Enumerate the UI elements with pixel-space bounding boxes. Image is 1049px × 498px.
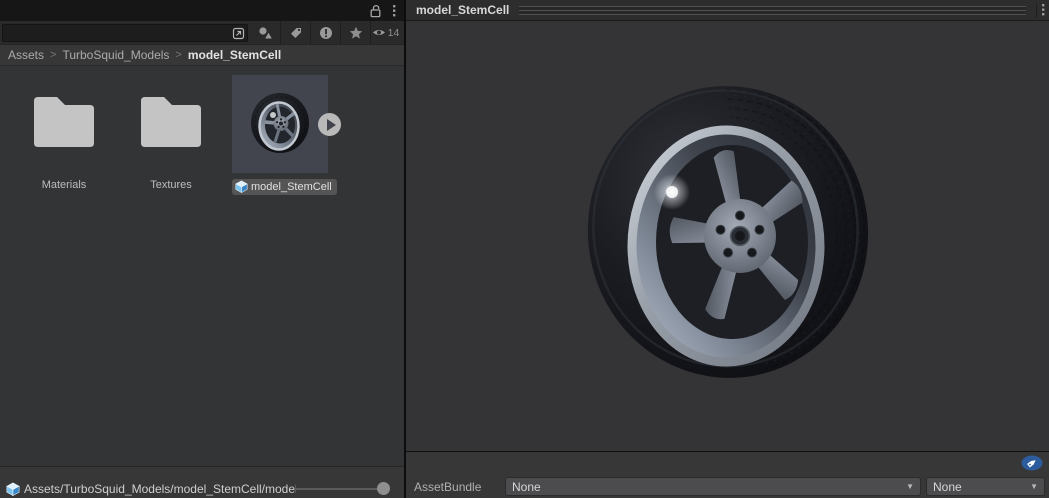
- wheel-thumbnail: [251, 93, 309, 153]
- asset-grid: Materials Textures model_StemCell: [0, 66, 404, 466]
- visible-count-button[interactable]: 14: [370, 21, 400, 44]
- selected-asset-path: Assets/TurboSquid_Models/model_StemCell/…: [24, 481, 296, 496]
- assetbundle-tag-button[interactable]: [1021, 455, 1043, 476]
- unity-editor-window: 14 Assets > TurboSquid_Models > model_St…: [0, 0, 1049, 498]
- preview-footer: AssetBundle None ▼ None ▼: [406, 451, 1049, 498]
- breadcrumb-item-current: model_StemCell: [187, 48, 282, 62]
- assetbundle-row: AssetBundle None ▼ None ▼: [406, 476, 1049, 498]
- assetbundle-dropdown[interactable]: None ▼: [505, 477, 921, 496]
- unlock-icon[interactable]: [369, 4, 382, 18]
- asset-label-selected: model_StemCell: [232, 179, 337, 196]
- model-preview-viewport[interactable]: [406, 22, 1049, 450]
- asset-label: Materials: [41, 179, 87, 191]
- breadcrumb-separator: >: [175, 49, 182, 61]
- warning-filter-button[interactable]: [310, 21, 340, 44]
- assetbundle-variant-value: None: [933, 479, 962, 494]
- slider-track: [296, 487, 388, 490]
- play-preview-button[interactable]: [318, 113, 341, 136]
- project-status-bar: Assets/TurboSquid_Models/model_StemCell/…: [0, 466, 404, 498]
- folder-thumbnail: [123, 75, 219, 173]
- visible-count-label: 14: [387, 26, 400, 39]
- preview-title: model_StemCell: [416, 3, 510, 17]
- grid-item-model-stemcell[interactable]: model_StemCell: [232, 75, 341, 195]
- breadcrumb-item-turbosquid-models[interactable]: TurboSquid_Models: [62, 48, 169, 62]
- dropdown-caret-icon: ▼: [1030, 482, 1038, 491]
- grid-item-materials-folder[interactable]: Materials: [16, 75, 112, 191]
- dropdown-caret-icon: ▼: [906, 482, 914, 491]
- toolbar-buttons: 14: [250, 21, 404, 44]
- preview-panel: model_StemCell AssetBundle None ▼ None ▼: [406, 0, 1049, 498]
- thumbnail-size-slider[interactable]: [296, 481, 396, 496]
- open-in-search-window-icon[interactable]: [232, 27, 245, 40]
- assetbundle-dropdown-value: None: [512, 479, 541, 494]
- folder-icon: [34, 97, 94, 147]
- favorites-star-button[interactable]: [340, 21, 370, 44]
- slider-knob[interactable]: [377, 481, 390, 495]
- breadcrumb-separator: >: [50, 49, 57, 61]
- header-separator: [1036, 2, 1037, 18]
- model-thumbnail-tile: [232, 75, 341, 173]
- model-preview-render[interactable]: [578, 82, 878, 382]
- filter-by-type-button[interactable]: [250, 21, 280, 44]
- prefab-cube-icon: [235, 180, 248, 193]
- folder-icon: [141, 97, 201, 147]
- play-icon: [326, 118, 336, 131]
- project-search-toolbar: 14: [0, 21, 404, 45]
- asset-label: Textures: [150, 179, 192, 191]
- preview-header: model_StemCell: [406, 0, 1049, 21]
- eye-icon: [372, 30, 385, 35]
- breadcrumb: Assets > TurboSquid_Models > model_StemC…: [0, 45, 404, 66]
- project-browser-titlebar: [0, 0, 404, 21]
- preview-drag-grip[interactable]: [519, 5, 1026, 15]
- assetbundle-label: AssetBundle: [414, 480, 482, 494]
- assetbundle-variant-dropdown[interactable]: None ▼: [926, 477, 1045, 496]
- search-input[interactable]: [2, 24, 248, 42]
- filter-by-label-button[interactable]: [280, 21, 310, 44]
- project-browser-panel: 14 Assets > TurboSquid_Models > model_St…: [0, 0, 404, 498]
- prefab-cube-icon: [6, 482, 20, 496]
- folder-thumbnail: [16, 75, 112, 173]
- kebab-menu-icon[interactable]: [392, 4, 396, 18]
- grid-item-textures-folder[interactable]: Textures: [123, 75, 219, 191]
- breadcrumb-item-assets[interactable]: Assets: [8, 48, 44, 62]
- preview-kebab-menu-icon[interactable]: [1041, 3, 1045, 17]
